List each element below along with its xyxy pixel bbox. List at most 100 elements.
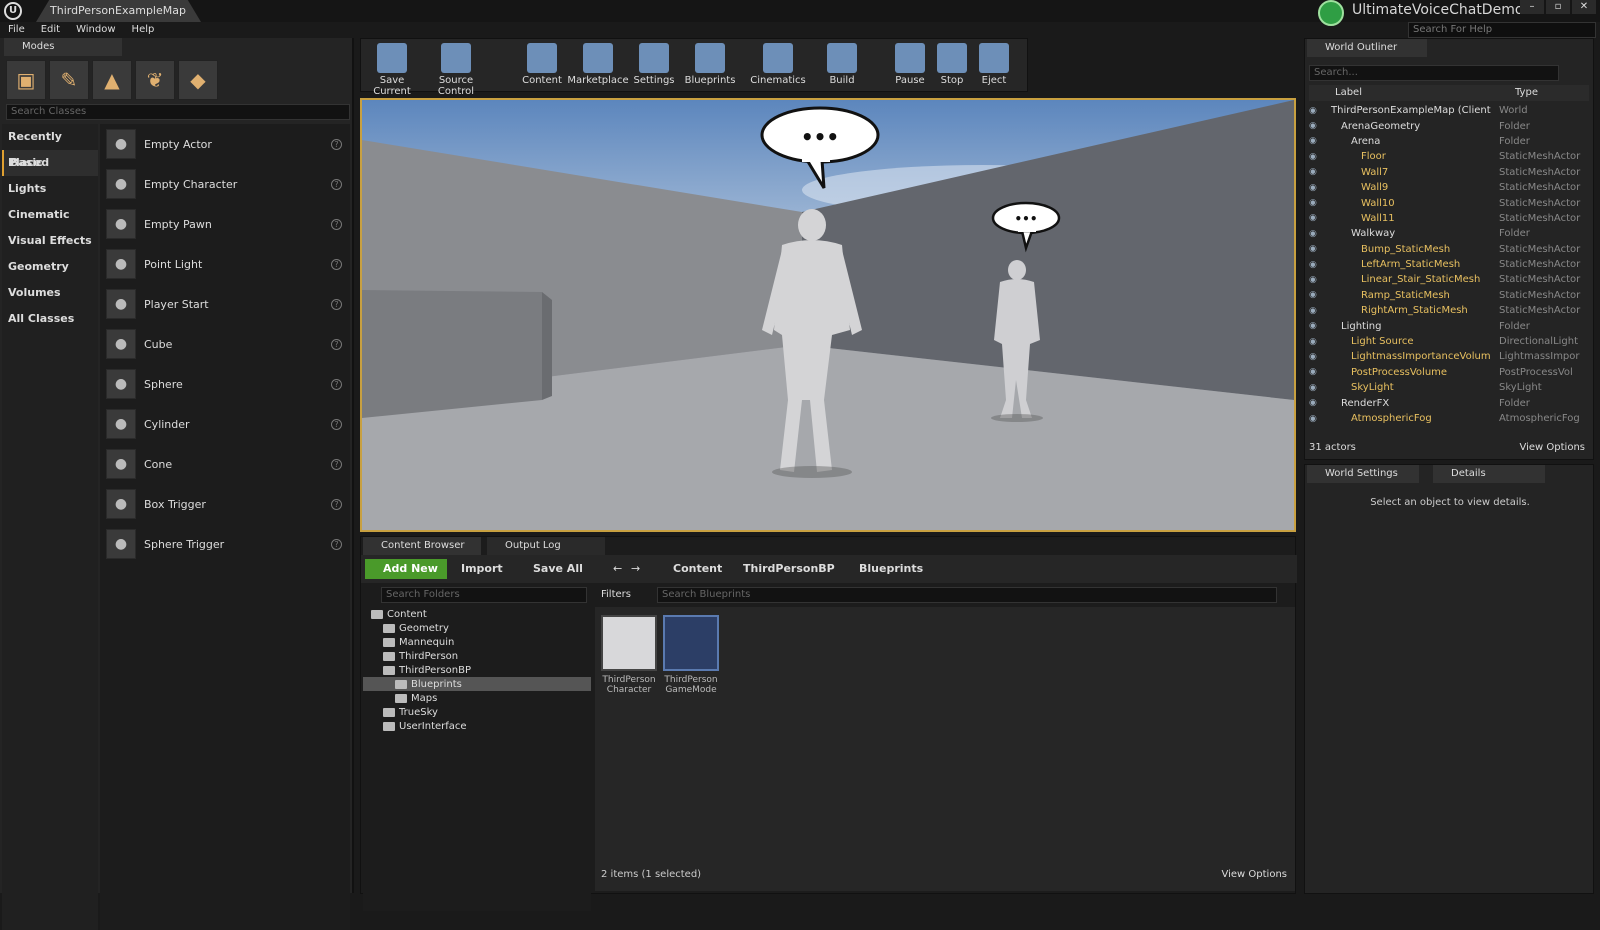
visibility-eye-icon[interactable]: ◉ bbox=[1309, 229, 1325, 239]
visibility-eye-icon[interactable]: ◉ bbox=[1309, 383, 1325, 393]
folder-item[interactable]: Maps bbox=[363, 691, 591, 705]
column-type[interactable]: Type bbox=[1515, 87, 1538, 98]
category-volumes[interactable]: Volumes bbox=[2, 280, 98, 306]
help-icon[interactable]: ? bbox=[331, 378, 342, 390]
unreal-logo-icon[interactable]: U bbox=[4, 2, 22, 20]
asset-search-input[interactable]: Search Blueprints bbox=[657, 587, 1277, 603]
folder-item[interactable]: Content bbox=[363, 607, 591, 621]
folder-item[interactable]: UserInterface bbox=[363, 719, 591, 733]
category-geometry[interactable]: Geometry bbox=[2, 254, 98, 280]
paint-mode-icon[interactable]: ✎ bbox=[49, 60, 89, 100]
help-icon[interactable]: ? bbox=[331, 338, 342, 350]
tab-modes[interactable]: Modes bbox=[4, 38, 122, 56]
outliner-row[interactable]: ◉ SkyLight SkyLight bbox=[1309, 380, 1589, 395]
outliner-row[interactable]: ◉ Bump_StaticMesh StaticMeshActor bbox=[1309, 242, 1589, 257]
visibility-eye-icon[interactable]: ◉ bbox=[1309, 244, 1325, 254]
build-button[interactable]: Build bbox=[811, 41, 873, 91]
help-icon[interactable]: ? bbox=[331, 498, 342, 510]
outliner-row[interactable]: ◉ PostProcessVolume PostProcessVol bbox=[1309, 365, 1589, 380]
folder-item[interactable]: Blueprints bbox=[363, 677, 591, 691]
outliner-row[interactable]: ◉ ArenaGeometry Folder bbox=[1309, 118, 1589, 133]
help-icon[interactable]: ? bbox=[331, 178, 342, 190]
outliner-row[interactable]: ◉ Light Source DirectionalLight bbox=[1309, 334, 1589, 349]
menu-help[interactable]: Help bbox=[124, 22, 163, 38]
outliner-row[interactable]: ◉ Floor StaticMeshActor bbox=[1309, 149, 1589, 164]
class-item[interactable]: ● Empty Actor? bbox=[100, 124, 350, 164]
category-all-classes[interactable]: All Classes bbox=[2, 306, 98, 332]
class-item[interactable]: ● Sphere? bbox=[100, 364, 350, 404]
help-icon[interactable]: ? bbox=[331, 298, 342, 310]
help-icon[interactable]: ? bbox=[331, 258, 342, 270]
visibility-eye-icon[interactable]: ◉ bbox=[1309, 290, 1325, 300]
visibility-eye-icon[interactable]: ◉ bbox=[1309, 321, 1325, 331]
column-label[interactable]: Label bbox=[1335, 87, 1362, 98]
asset-thirdperson-character[interactable]: ThirdPerson Character bbox=[599, 615, 659, 695]
outliner-row[interactable]: ◉ RenderFX Folder bbox=[1309, 395, 1589, 410]
outliner-row[interactable]: ◉ Wall11 StaticMeshActor bbox=[1309, 211, 1589, 226]
eject-button[interactable]: Eject bbox=[963, 41, 1025, 91]
forward-arrow-icon[interactable]: → bbox=[631, 559, 640, 579]
outliner-search-input[interactable]: Search... bbox=[1309, 65, 1559, 81]
path-blueprints[interactable]: Blueprints bbox=[859, 559, 923, 579]
visibility-eye-icon[interactable]: ◉ bbox=[1309, 337, 1325, 347]
foliage-mode-icon[interactable]: ❦ bbox=[135, 60, 175, 100]
help-search-input[interactable]: Search For Help bbox=[1408, 22, 1596, 38]
minimize-button[interactable]: – bbox=[1520, 0, 1544, 14]
menu-file[interactable]: File bbox=[0, 22, 33, 38]
outliner-view-options-button[interactable]: View Options bbox=[1520, 439, 1586, 457]
visibility-eye-icon[interactable]: ◉ bbox=[1309, 398, 1325, 408]
tab-output-log[interactable]: Output Log bbox=[487, 537, 605, 555]
path-content[interactable]: Content bbox=[673, 559, 722, 579]
outliner-row[interactable]: ◉ Wall10 StaticMeshActor bbox=[1309, 195, 1589, 210]
content-button[interactable]: Content bbox=[511, 41, 573, 91]
outliner-row[interactable]: ◉ LightmassImportanceVolum LightmassImpor bbox=[1309, 349, 1589, 364]
visibility-eye-icon[interactable]: ◉ bbox=[1309, 167, 1325, 177]
visibility-eye-icon[interactable]: ◉ bbox=[1309, 260, 1325, 270]
menu-window[interactable]: Window bbox=[68, 22, 123, 38]
save-button[interactable]: Save Current bbox=[361, 41, 423, 97]
visibility-eye-icon[interactable]: ◉ bbox=[1309, 367, 1325, 377]
class-item[interactable]: ● Cube? bbox=[100, 324, 350, 364]
outliner-row[interactable]: ◉ Wall7 StaticMeshActor bbox=[1309, 165, 1589, 180]
visibility-eye-icon[interactable]: ◉ bbox=[1309, 106, 1325, 116]
folder-item[interactable]: Geometry bbox=[363, 621, 591, 635]
visibility-eye-icon[interactable]: ◉ bbox=[1309, 352, 1325, 362]
add-new-button[interactable]: Add New bbox=[365, 559, 447, 579]
category-visual-effects[interactable]: Visual Effects bbox=[2, 228, 98, 254]
help-icon[interactable]: ? bbox=[331, 538, 342, 550]
geometry-mode-icon[interactable]: ◆ bbox=[178, 60, 218, 100]
class-item[interactable]: ● Empty Pawn? bbox=[100, 204, 350, 244]
category-recently-placed[interactable]: Recently Placed bbox=[2, 124, 98, 169]
import-button[interactable]: Import bbox=[461, 559, 503, 579]
outliner-row[interactable]: ◉ Ramp_StaticMesh StaticMeshActor bbox=[1309, 288, 1589, 303]
outliner-row[interactable]: ◉ LeftArm_StaticMesh StaticMeshActor bbox=[1309, 257, 1589, 272]
marketplace-button[interactable]: Marketplace bbox=[567, 41, 629, 91]
category-basic[interactable]: Basic bbox=[2, 150, 98, 176]
folder-item[interactable]: Mannequin bbox=[363, 635, 591, 649]
level-viewport[interactable]: ••• ••• bbox=[360, 98, 1296, 532]
outliner-row[interactable]: ◉ Linear_Stair_StaticMesh StaticMeshActor bbox=[1309, 272, 1589, 287]
tab-world-outliner[interactable]: World Outliner bbox=[1307, 39, 1427, 57]
help-icon[interactable]: ? bbox=[331, 218, 342, 230]
visibility-eye-icon[interactable]: ◉ bbox=[1309, 414, 1325, 424]
outliner-row[interactable]: ◉ AtmosphericFog AtmosphericFog bbox=[1309, 411, 1589, 426]
map-tab[interactable]: ThirdPersonExampleMap bbox=[36, 0, 201, 22]
help-icon[interactable]: ? bbox=[331, 418, 342, 430]
place-mode-icon[interactable]: ▣ bbox=[6, 60, 46, 100]
help-icon[interactable]: ? bbox=[331, 138, 342, 150]
maximize-button[interactable]: ▫ bbox=[1546, 0, 1570, 14]
visibility-eye-icon[interactable]: ◉ bbox=[1309, 152, 1325, 162]
filters-button[interactable]: Filters bbox=[601, 587, 653, 603]
class-item[interactable]: ● Player Start? bbox=[100, 284, 350, 324]
class-item[interactable]: ● Point Light? bbox=[100, 244, 350, 284]
category-cinematic[interactable]: Cinematic bbox=[2, 202, 98, 228]
class-item[interactable]: ● Cylinder? bbox=[100, 404, 350, 444]
tab-world-settings[interactable]: World Settings bbox=[1307, 465, 1419, 483]
source-control-button[interactable]: Source Control bbox=[425, 41, 487, 97]
visibility-eye-icon[interactable]: ◉ bbox=[1309, 183, 1325, 193]
visibility-eye-icon[interactable]: ◉ bbox=[1309, 198, 1325, 208]
outliner-row[interactable]: ◉ RightArm_StaticMesh StaticMeshActor bbox=[1309, 303, 1589, 318]
settings-button[interactable]: Settings bbox=[623, 41, 685, 91]
folder-search-input[interactable]: Search Folders bbox=[381, 587, 587, 603]
visibility-eye-icon[interactable]: ◉ bbox=[1309, 121, 1325, 131]
